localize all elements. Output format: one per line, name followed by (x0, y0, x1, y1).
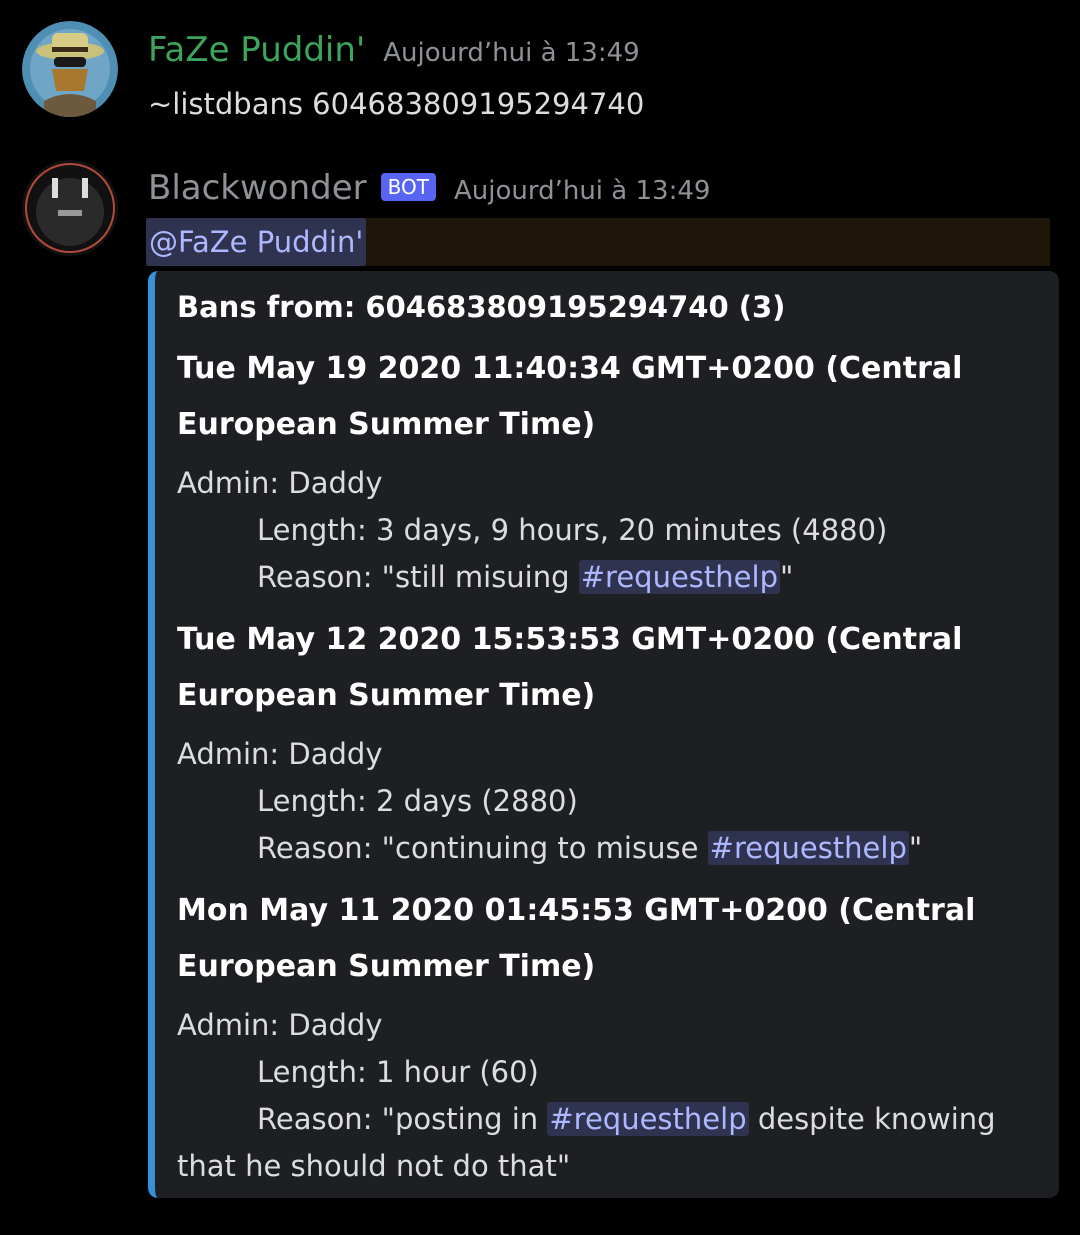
ban-date-line: Tue May 19 2020 11:40:34 GMT+0200 (Centr… (177, 351, 963, 386)
ban-reason-text: " (779, 560, 794, 594)
embed-title: Bans from: 604683809195294740 (3) (177, 290, 786, 324)
ban-admin: Admin: Daddy (177, 737, 383, 771)
embed: Bans from: 604683809195294740 (3) Tue Ma… (148, 271, 1059, 1198)
channel-link[interactable]: #requesthelp (547, 1102, 749, 1136)
bot-author-name[interactable]: Blackwonder (148, 168, 367, 208)
ban-details: Admin: Daddy Length: 1 hour (60) Reason:… (177, 1002, 1037, 1190)
ban-reason-text: Reason: "posting in (257, 1102, 548, 1136)
user-avatar[interactable] (22, 21, 118, 117)
ban-admin: Admin: Daddy (177, 466, 383, 500)
ban-reason-text: " (908, 831, 923, 865)
bot-avatar-image (22, 160, 118, 256)
bot-avatar[interactable] (22, 160, 118, 256)
ban-date-line: European Summer Time) (177, 407, 596, 442)
channel-link[interactable]: #requesthelp (578, 560, 780, 594)
ban-length: Length: 3 days, 9 hours, 20 minutes (488… (257, 513, 888, 547)
message-timestamp: Aujourd’hui à 13:49 (383, 38, 640, 68)
mention-highlight: @FaZe Puddin' (146, 218, 1050, 266)
ban-reason: Reason: "posting in #requesthelp despite… (177, 1096, 1037, 1143)
ban-reason: Reason: "still misuing #requesthelp" (177, 554, 1037, 601)
ban-date-line: European Summer Time) (177, 678, 596, 713)
bot-badge: BOT (380, 173, 436, 201)
bot-message-timestamp: Aujourd’hui à 13:49 (453, 176, 711, 206)
ban-date: Tue May 19 2020 11:40:34 GMT+0200 (Centr… (177, 341, 1037, 453)
author-name[interactable]: FaZe Puddin' Aujourd’hui à 13:49 (148, 28, 640, 75)
ban-admin: Admin: Daddy (177, 1008, 383, 1042)
bot-author-line: Blackwonder BOT Aujourd’hui à 13:49 (148, 166, 710, 213)
ban-reason-text: Reason: "continuing to misuse (257, 831, 708, 865)
author-name-text[interactable]: FaZe Puddin' (148, 30, 365, 70)
ban-date: Tue May 12 2020 15:53:53 GMT+0200 (Centr… (177, 612, 1037, 724)
ban-date-line: Tue May 12 2020 15:53:53 GMT+0200 (Centr… (177, 622, 963, 657)
message-content: ~listdbans 604683809195294740 (148, 87, 645, 121)
ban-reason-text: despite knowing (748, 1102, 996, 1136)
channel-link[interactable]: #requesthelp (707, 831, 909, 865)
ban-length: Length: 2 days (2880) (257, 784, 578, 818)
ban-reason-continued: that he should not do that" (177, 1149, 571, 1183)
ban-details: Admin: Daddy Length: 2 days (2880) Reaso… (177, 731, 1037, 872)
chat-log: FaZe Puddin' Aujourd’hui à 13:49 ~listdba… (0, 0, 1080, 1235)
ban-details: Admin: Daddy Length: 3 days, 9 hours, 20… (177, 460, 1037, 601)
ban-reason: Reason: "continuing to misuse #requesthe… (177, 825, 1037, 872)
ban-reason-text: Reason: "still misuing (257, 560, 579, 594)
ban-date-line: European Summer Time) (177, 949, 596, 984)
ban-date: Mon May 11 2020 01:45:53 GMT+0200 (Centr… (177, 883, 1037, 995)
user-mention[interactable]: @FaZe Puddin' (146, 218, 367, 266)
user-avatar-image (22, 21, 118, 117)
ban-length: Length: 1 hour (60) (257, 1055, 539, 1089)
ban-date-line: Mon May 11 2020 01:45:53 GMT+0200 (Centr… (177, 893, 976, 928)
